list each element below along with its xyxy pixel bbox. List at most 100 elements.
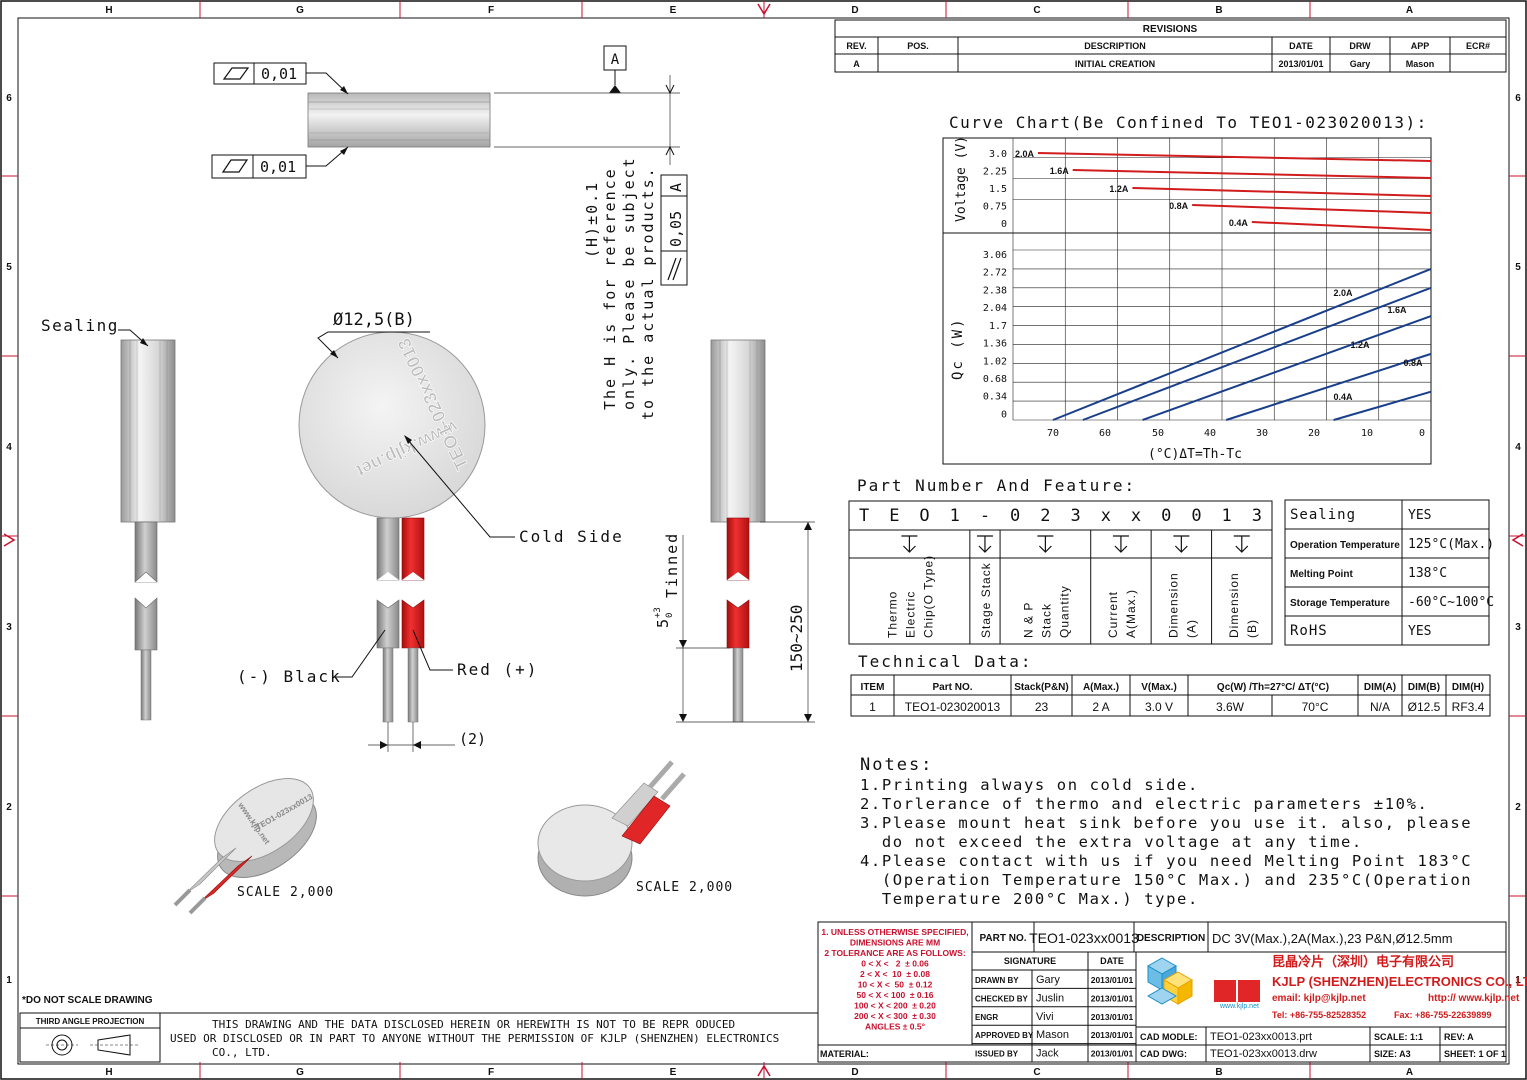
qc-series-label: 0.8A xyxy=(1403,358,1423,368)
flatness-callout-bottom: 0,01 xyxy=(211,146,349,179)
part-no-label: PART NO. xyxy=(979,933,1026,944)
zone-col-label: D xyxy=(851,5,858,16)
voltage-series-label: 0.8A xyxy=(1169,201,1189,211)
qc-series-label: 1.6A xyxy=(1387,305,1407,315)
zone-col-label: F xyxy=(488,5,494,16)
black-wire-label: (-) Black xyxy=(237,667,342,686)
revisions-table: REVISIONS REV. POS. DESCRIPTION DATE DRW APP E… xyxy=(834,19,1507,73)
tolerance-line: 2 TOLERANCE ARE AS FOLLOWS: xyxy=(824,948,966,958)
delta-t-tick-label: 40 xyxy=(1204,428,1216,439)
disk-face xyxy=(298,331,486,519)
tinned-label: Tinned xyxy=(663,532,681,598)
part-number-description: Thermo xyxy=(885,591,899,638)
wire-length-label: 150~250 xyxy=(787,605,806,672)
company-website: http:// www.kjlp.net xyxy=(1428,993,1520,1004)
voltage-series-line xyxy=(1072,169,1432,179)
engineering-drawing: HHGGFFEEDDCCBBAA6 65 54 43 32 21 1 REVISIONS R… xyxy=(0,0,1527,1080)
technical-cell: TEO1-023020013 xyxy=(905,700,1001,714)
delta-t-tick-label: 60 xyxy=(1099,428,1111,439)
zone-row-label: 2 xyxy=(6,802,12,813)
flatness-callout-top: 0,01 xyxy=(213,62,349,95)
revision-header: APP xyxy=(1411,41,1430,51)
signature-name: Vivi xyxy=(1036,1011,1054,1023)
signature-date: 2013/01/01 xyxy=(1091,1030,1134,1040)
zone-row-label: 3 xyxy=(1515,622,1521,633)
third-angle-label: THIRD ANGLE PROJECTION xyxy=(36,1017,145,1026)
cad-model-label: CAD MODLE: xyxy=(1140,1032,1198,1042)
revision-cell: Mason xyxy=(1406,59,1435,69)
voltage-tick-label: 3.0 xyxy=(989,149,1007,160)
feature-label: RoHS xyxy=(1290,623,1328,639)
technical-cell: N/A xyxy=(1370,700,1390,714)
height-note-line-3: only. Please be subject xyxy=(620,156,638,410)
part-number-char: 3 xyxy=(1252,506,1262,526)
flatness-value-bottom: 0,01 xyxy=(260,158,296,176)
technical-header: DIM(H) xyxy=(1452,682,1484,693)
revision-cell: Gary xyxy=(1350,59,1371,69)
voltage-axis-label: Voltage (V) xyxy=(954,136,969,222)
signature-date: 2013/01/01 xyxy=(1091,1049,1134,1059)
part-number-description: Stack xyxy=(1039,603,1053,638)
qc-tick-label: 0.34 xyxy=(983,392,1007,403)
voltage-series-label: 1.6A xyxy=(1050,166,1070,176)
delta-t-tick-label: 30 xyxy=(1256,428,1268,439)
qc-tick-label: 3.06 xyxy=(983,250,1007,261)
scale-label-2: SCALE 2,000 xyxy=(636,880,733,895)
sealing-label: Sealing xyxy=(41,316,119,335)
scale-label-1: SCALE 2,000 xyxy=(237,885,334,900)
part-number-title: Part Number And Feature: xyxy=(857,476,1136,495)
height-note-line-1: (H)±0.1 xyxy=(583,181,601,258)
company-name-en: KJLP (SHENZHEN)ELECTRONICS CO., LTD xyxy=(1272,974,1527,989)
cad-dwg-label: CAD DWG: xyxy=(1140,1049,1187,1059)
technical-cell: RF3.4 xyxy=(1452,700,1485,714)
voltage-series-label: 1.2A xyxy=(1109,184,1129,194)
material-label: MATERIAL: xyxy=(820,1049,869,1059)
part-number-description: Stage Stack xyxy=(979,562,993,638)
part-number-char: 0 xyxy=(1161,506,1171,526)
down-arrow-icon xyxy=(1037,535,1054,553)
logo-url: www.kjlp.net xyxy=(1219,1003,1259,1010)
tolerance-line: 200 < X < 300 ± 0.30 xyxy=(854,1011,936,1021)
zone-col-label: A xyxy=(1406,1067,1413,1078)
technical-header: Qc(W) /Th=27°C/ ΔT(°C) xyxy=(1217,682,1329,693)
disclaimer-line-2: USED OR DISCLOSED OR IN PART TO ANYONE W… xyxy=(170,1032,779,1045)
qc-series-line xyxy=(1225,352,1432,421)
part-number-char: 2 xyxy=(1040,506,1050,526)
part-number-char: - xyxy=(980,506,990,526)
left-side-view: Sealing xyxy=(41,316,176,721)
cad-dwg-value: TEO1-023xx0013.drw xyxy=(1210,1048,1317,1060)
technical-header: A(Max.) xyxy=(1083,682,1119,693)
voltage-series-line xyxy=(1251,221,1432,231)
technical-header: Part NO. xyxy=(932,682,972,693)
part-number-char: 0 xyxy=(1010,506,1020,526)
sheet-field: SHEET: 1 OF 1 xyxy=(1444,1049,1506,1059)
part-number-char: T xyxy=(859,506,869,526)
zone-col-label: F xyxy=(488,1067,494,1078)
qc-axis-label: Qc (W) xyxy=(950,317,966,380)
height-note-line-4: to the actual products. xyxy=(639,166,657,420)
voltage-series-line xyxy=(1192,204,1432,214)
iso-view-2: SCALE 2,000 xyxy=(537,760,733,897)
notes-title: Notes: xyxy=(860,755,933,775)
technical-header: V(Max.) xyxy=(1141,682,1177,693)
zone-col-label: H xyxy=(105,1067,112,1078)
technical-header: Stack(P&N) xyxy=(1014,682,1068,693)
qc-tick-label: 1.36 xyxy=(983,339,1007,350)
voltage-series-line xyxy=(1132,187,1432,197)
zone-row-label: 3 xyxy=(6,622,12,633)
tolerance-line: ANGLES ± 0.5° xyxy=(865,1022,926,1032)
parallel-value: 0,05 xyxy=(667,211,685,247)
zone-col-label: D xyxy=(851,1067,858,1078)
signature-date: 2013/01/01 xyxy=(1091,1012,1134,1022)
down-arrow-icon xyxy=(1173,535,1190,553)
qc-series-label: 0.4A xyxy=(1333,392,1353,402)
technical-header: DIM(A) xyxy=(1364,682,1396,693)
voltage-series-label: 0.4A xyxy=(1229,218,1249,228)
down-arrow-icon xyxy=(901,535,918,553)
signature-date: 2013/01/01 xyxy=(1091,993,1134,1003)
note-line: Temperature 200°C Max.) type. xyxy=(860,890,1199,908)
signature-role: CHECKED BY xyxy=(975,994,1029,1003)
technical-cell: Ø12.5 xyxy=(1408,700,1441,714)
revision-header: DRW xyxy=(1349,41,1371,51)
delta-t-tick-label: 10 xyxy=(1361,428,1373,439)
